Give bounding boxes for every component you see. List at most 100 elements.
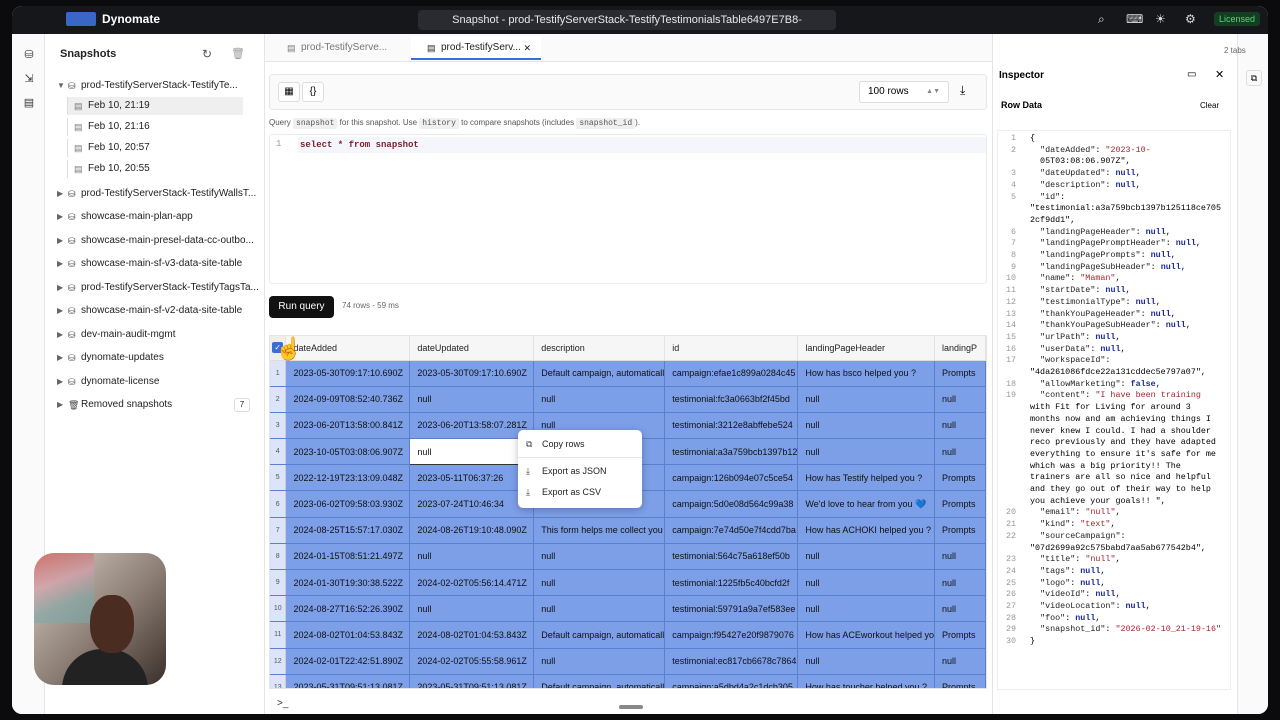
table-cell[interactable]: 2024-08-26T19:10:48.090Z [409, 517, 535, 544]
sql-editor[interactable]: 1 select * from snapshot [269, 134, 987, 284]
snapshot-item[interactable]: ▤ Feb 10, 20:55 [67, 160, 243, 178]
chevron-right-icon[interactable]: ▶ [57, 395, 63, 415]
database-icon[interactable]: ⛁ [21, 48, 37, 64]
table-cell[interactable]: campaign:f95427e20f9879076 [664, 621, 799, 649]
table-row[interactable]: 8 2024-01-15T08:51:21.497Z null null testimo… [270, 543, 986, 571]
table-cell[interactable]: campaign:a5dbd4a2c1dcb305 [664, 674, 799, 688]
removed-snapshots-item[interactable]: ▶ 🗑 Removed snapshots 7 [45, 395, 265, 415]
table-cell[interactable]: null [934, 412, 986, 440]
table-cell[interactable]: This form helps me collect you [533, 517, 666, 544]
table-cell[interactable]: null [409, 386, 535, 413]
refresh-icon[interactable]: ↻ [202, 47, 212, 61]
column-header[interactable]: dateAdded [285, 336, 411, 361]
snapshot-item[interactable]: ▤ Feb 10, 21:19 [67, 97, 243, 115]
sidebar-table-item[interactable]: ▶ ⛁ dynomate-updates [45, 348, 265, 368]
table-cell[interactable]: 2023-05-31T09:51:13.081Z [285, 674, 411, 688]
table-cell[interactable]: null [934, 648, 986, 675]
tab-snapshot-2[interactable]: ▤ prod-TestifyServ... ✕ [411, 36, 541, 60]
table-cell[interactable]: 2024-02-02T05:56:14.471Z [409, 569, 535, 597]
search-icon[interactable]: ⌕ [1098, 12, 1105, 27]
table-cell[interactable]: 2022-12-19T23:13:09.048Z [285, 464, 411, 492]
column-header[interactable]: id [664, 336, 799, 361]
table-cell[interactable]: 2024-01-30T19:30:38.522Z [285, 569, 411, 597]
table-cell[interactable]: null [797, 412, 935, 440]
table-cell[interactable]: 2023-10-05T03:08:06.907Z [285, 438, 411, 466]
sidebar-table-item[interactable]: ▶ ⛁ showcase-main-sf-v3-data-site-table [45, 254, 265, 274]
table-cell[interactable]: null [533, 648, 666, 675]
sidebar-table-item[interactable]: ▶ ⛁ prod-TestifyServerStack-TestifyWallsT.… [45, 184, 265, 204]
table-cell[interactable]: Prompts [934, 621, 986, 649]
sidebar-table-item[interactable]: ▶ ⛁ dynomate-license [45, 372, 265, 392]
table-cell[interactable]: Default campaign, automaticall [533, 674, 666, 688]
table-cell[interactable]: null [797, 569, 935, 597]
chevron-right-icon[interactable]: ▶ [57, 301, 63, 321]
copy-panel-icon[interactable]: ⧉ [1246, 70, 1262, 86]
snapshot-item[interactable]: ▤ Feb 10, 20:57 [67, 139, 243, 157]
table-cell[interactable]: We'd love to hear from you 💙 [797, 490, 935, 518]
table-row[interactable]: 2 2024-09-09T08:52:40.736Z null null testimo… [270, 386, 986, 413]
keyboard-icon[interactable]: ⌨ [1126, 12, 1143, 26]
sidebar-table-item[interactable]: ▼ ⛁ prod-TestifyServerStack-TestifyTe... [45, 76, 265, 96]
table-cell[interactable]: 2024-08-25T15:57:17.030Z [285, 517, 411, 544]
download-icon[interactable]: ⤓ [960, 83, 965, 98]
table-cell[interactable]: null [533, 386, 666, 413]
table-cell[interactable]: testimonial:564c75a618ef50b [664, 543, 799, 571]
chevron-right-icon[interactable]: ▶ [57, 231, 63, 251]
table-cell[interactable]: How has Testify helped you ? [797, 464, 935, 492]
table-cell[interactable]: campaign:5d0e08d564c99a38 [664, 490, 799, 518]
table-cell[interactable]: 2023-07-24T10:46:34 [409, 490, 535, 518]
snapshots-icon[interactable]: ▤ [21, 96, 37, 112]
table-cell[interactable]: null [797, 595, 935, 623]
table-cell[interactable]: testimonial:3212e8abffebe524 [664, 412, 799, 440]
table-row[interactable]: 7 2024-08-25T15:57:17.030Z 2024-08-26T19:1… [270, 517, 986, 544]
table-cell[interactable]: 2023-05-30T09:17:10.690Z [409, 360, 535, 387]
table-cell[interactable]: null [934, 569, 986, 597]
table-cell[interactable]: null [409, 595, 535, 623]
table-cell[interactable]: 2023-06-20T13:58:00.841Z [285, 412, 411, 440]
export-json-item[interactable]: ⤓ Export as JSON [526, 463, 607, 479]
table-cell[interactable]: 2024-09-09T08:52:40.736Z [285, 386, 411, 413]
query-line[interactable]: select * from snapshot [298, 137, 986, 153]
table-cell[interactable]: null [934, 595, 986, 623]
gear-icon[interactable]: ⚙ [1185, 12, 1196, 26]
table-cell[interactable]: 2024-01-15T08:51:21.497Z [285, 543, 411, 571]
trash-icon[interactable]: 🗑 [231, 47, 245, 60]
table-cell[interactable]: 2024-02-02T05:55:58.961Z [409, 648, 535, 675]
table-cell[interactable]: null [797, 386, 935, 413]
table-cell[interactable]: Prompts [934, 464, 986, 492]
table-cell[interactable]: null [533, 595, 666, 623]
chevron-right-icon[interactable]: ▶ [57, 348, 63, 368]
table-cell[interactable]: null [797, 438, 935, 466]
table-cell[interactable]: testimonial:1225fb5c40bcfd2f [664, 569, 799, 597]
column-header[interactable]: description [533, 336, 666, 361]
clear-button[interactable]: Clear [1200, 101, 1219, 110]
chevron-right-icon[interactable]: ▶ [57, 325, 63, 345]
table-cell[interactable]: 2023-05-30T09:17:10.690Z [285, 360, 411, 387]
table-cell[interactable]: 2023-06-20T13:58:07.281Z [409, 412, 535, 440]
table-cell[interactable]: Prompts [934, 674, 986, 688]
table-cell[interactable]: 2023-05-11T06:37:26 [409, 464, 535, 492]
table-cell[interactable]: null [797, 648, 935, 675]
table-cell[interactable]: How has bsco helped you ? [797, 360, 935, 387]
chevron-right-icon[interactable]: ▶ [57, 207, 63, 227]
sidebar-table-item[interactable]: ▶ ⛁ dev-main-audit-mgmt [45, 325, 265, 345]
snapshot-item[interactable]: ▤ Feb 10, 21:16 [67, 118, 243, 136]
sidebar-table-item[interactable]: ▶ ⛁ showcase-main-sf-v2-data-site-table [45, 301, 265, 321]
table-cell[interactable]: null [934, 543, 986, 571]
table-cell[interactable]: null [533, 543, 666, 571]
table-cell[interactable]: Prompts [934, 490, 986, 518]
table-cell[interactable]: testimonial:ec817cb6678c7864 [664, 648, 799, 675]
tab-snapshot-1[interactable]: ▤ prod-TestifyServe... [271, 36, 395, 60]
table-cell[interactable]: null [934, 438, 986, 466]
table-cell[interactable]: Prompts [934, 517, 986, 544]
table-cell[interactable]: testimonial:a3a759bcb1397b12 [664, 438, 799, 466]
table-cell[interactable]: 2024-02-01T22:42:51.890Z [285, 648, 411, 675]
table-cell[interactable]: campaign:7e74d50e7f4cdd7ba [664, 517, 799, 544]
table-cell[interactable]: testimonial:fc3a0663bf2f45bd [664, 386, 799, 413]
copy-rows-item[interactable]: ⧉ Copy rows [526, 436, 585, 452]
chevron-right-icon[interactable]: ▶ [57, 278, 63, 298]
chevron-right-icon[interactable]: ▶ [57, 372, 63, 392]
column-header[interactable]: landingP [934, 336, 986, 361]
table-cell[interactable]: campaign:126b094e07c5ce54 [664, 464, 799, 492]
terminal-icon[interactable]: >_ [277, 698, 288, 709]
